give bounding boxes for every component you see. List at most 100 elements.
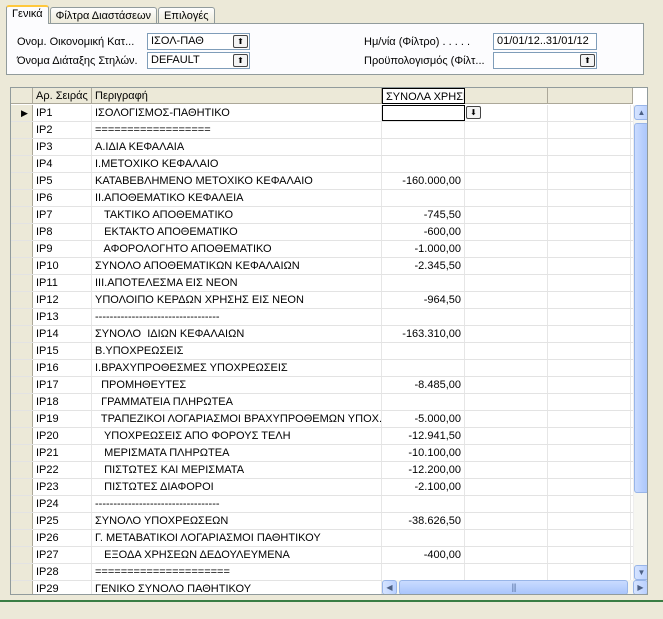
row-empty-cell[interactable]	[465, 394, 548, 410]
row-code[interactable]: IP16	[33, 360, 92, 376]
row-description[interactable]: ΓΕΝΙΚΟ ΣΥΝΟΛΟ ΠΑΘΗΤΙΚΟΥ	[92, 581, 382, 594]
row-empty-cell[interactable]	[548, 360, 631, 376]
row-value[interactable]	[382, 122, 465, 138]
row-code[interactable]: IP23	[33, 479, 92, 495]
account-schedule-field[interactable]: ΙΣΟΛ-ΠΑΘ ⬆	[147, 33, 250, 50]
row-code[interactable]: IP4	[33, 156, 92, 172]
row-value[interactable]: -964,50	[382, 292, 465, 308]
table-row[interactable]: ▶ IP1 ΙΣΟΛΟΓΙΣΜΟΣ-ΠΑΘΗΤΙΚΟ ⬇	[11, 105, 633, 122]
row-empty-cell[interactable]	[465, 547, 548, 563]
dropdown-arrow-icon[interactable]: ⬇	[466, 106, 481, 119]
row-selector[interactable]	[11, 275, 33, 291]
row-code[interactable]: IP28	[33, 564, 92, 580]
dropdown-arrow-icon[interactable]: ⬆	[233, 54, 248, 67]
row-value[interactable]	[382, 496, 465, 512]
row-description[interactable]: ΠΙΣΤΩΤΕΣ ΚΑΙ ΜΕΡΙΣΜΑΤΑ	[92, 462, 382, 478]
row-selector[interactable]	[11, 309, 33, 325]
row-selector[interactable]	[11, 479, 33, 495]
row-description[interactable]: ----------------------------------	[92, 309, 382, 325]
row-selector[interactable]	[11, 173, 33, 189]
row-empty-cell[interactable]	[548, 207, 631, 223]
row-description[interactable]: ΠΡΟΜΗΘΕΥΤΕΣ	[92, 377, 382, 393]
column-header-description[interactable]: Περιγραφή	[92, 88, 382, 104]
table-row[interactable]: IP20 ΥΠΟΧΡΕΩΣΕΙΣ ΑΠΟ ΦΟΡΟΥΣ ΤΕΛΗ -12.941,…	[11, 428, 633, 445]
row-value[interactable]	[382, 343, 465, 359]
row-empty-cell[interactable]	[548, 445, 631, 461]
row-selector[interactable]	[11, 496, 33, 512]
row-value[interactable]	[382, 530, 465, 546]
table-row[interactable]: IP8 ΕΚΤΑΚΤΟ ΑΠΟΘΕΜΑΤΙΚΟ -600,00	[11, 224, 633, 241]
row-selector[interactable]	[11, 377, 33, 393]
row-selector[interactable]	[11, 360, 33, 376]
row-value[interactable]	[382, 564, 465, 580]
table-row[interactable]: IP18 ΓΡΑΜΜΑΤΕΙΑ ΠΛΗΡΩΤΕΑ	[11, 394, 633, 411]
table-row[interactable]: IP19 ΤΡΑΠΕΖΙΚΟΙ ΛΟΓΑΡΙΑΣΜΟΙ ΒΡΑΧΥΠΡΟΘΕΜΩ…	[11, 411, 633, 428]
row-code[interactable]: IP2	[33, 122, 92, 138]
row-empty-cell[interactable]	[548, 564, 631, 580]
row-empty-cell[interactable]	[548, 394, 631, 410]
row-empty-cell[interactable]	[548, 275, 631, 291]
row-code[interactable]: IP19	[33, 411, 92, 427]
row-description[interactable]: ΣΥΝΟΛΟ ΙΔΙΩΝ ΚΕΦΑΛΑΙΩΝ	[92, 326, 382, 342]
row-description[interactable]: ΙΣΟΛΟΓΙΣΜΟΣ-ΠΑΘΗΤΙΚΟ	[92, 105, 382, 121]
row-description[interactable]: Γ. ΜΕΤΑΒΑΤΙΚΟΙ ΛΟΓΑΡΙΑΣΜΟΙ ΠΑΘΗΤΙΚΟΥ	[92, 530, 382, 546]
row-description[interactable]: =====================	[92, 564, 382, 580]
row-value[interactable]: -12.200,00	[382, 462, 465, 478]
row-code[interactable]: IP21	[33, 445, 92, 461]
tab-dimension-filters[interactable]: Φίλτρα Διαστάσεων	[49, 7, 158, 24]
row-code[interactable]: IP27	[33, 547, 92, 563]
row-value[interactable]	[382, 275, 465, 291]
row-selector[interactable]	[11, 445, 33, 461]
row-empty-cell[interactable]	[548, 462, 631, 478]
row-selector[interactable]	[11, 122, 33, 138]
row-description[interactable]: Ι.ΒΡΑΧΥΠΡΟΘΕΣΜΕΣ ΥΠΟΧΡΕΩΣΕΙΣ	[92, 360, 382, 376]
row-empty-cell[interactable]	[548, 190, 631, 206]
row-code[interactable]: IP7	[33, 207, 92, 223]
row-code[interactable]: IP15	[33, 343, 92, 359]
row-value[interactable]	[382, 394, 465, 410]
row-selector[interactable]	[11, 564, 33, 580]
tab-general[interactable]: Γενικά	[6, 5, 49, 24]
dropdown-arrow-icon[interactable]: ⬆	[233, 35, 248, 48]
row-selector[interactable]	[11, 190, 33, 206]
row-empty-cell[interactable]	[548, 479, 631, 495]
table-row[interactable]: IP26 Γ. ΜΕΤΑΒΑΤΙΚΟΙ ΛΟΓΑΡΙΑΣΜΟΙ ΠΑΘΗΤΙΚΟΥ	[11, 530, 633, 547]
row-description[interactable]: ΤΡΑΠΕΖΙΚΟΙ ΛΟΓΑΡΙΑΣΜΟΙ ΒΡΑΧΥΠΡΟΘΕΜΩΝ ΥΠΟ…	[92, 411, 382, 427]
row-empty-cell[interactable]	[465, 377, 548, 393]
column-header-code[interactable]: Αρ. Σειράς	[33, 88, 92, 104]
row-code[interactable]: IP10	[33, 258, 92, 274]
table-row[interactable]: IP6 ΙΙ.ΑΠΟΘΕΜΑΤΙΚΟ ΚΕΦΑΛΕΙΑ	[11, 190, 633, 207]
table-row[interactable]: IP3 Α.ΙΔΙΑ ΚΕΦΑΛΑΙΑ	[11, 139, 633, 156]
row-selector[interactable]	[11, 428, 33, 444]
row-empty-cell[interactable]	[548, 241, 631, 257]
row-selector[interactable]	[11, 139, 33, 155]
row-description[interactable]: ΜΕΡΙΣΜΑΤΑ ΠΛΗΡΩΤΕΑ	[92, 445, 382, 461]
row-description[interactable]: Ι.ΜΕΤΟΧΙΚΟ ΚΕΦΑΛΑΙΟ	[92, 156, 382, 172]
vertical-scrollbar[interactable]: ▲ ▼	[633, 105, 647, 580]
row-code[interactable]: IP14	[33, 326, 92, 342]
vertical-scroll-thumb[interactable]	[634, 123, 647, 493]
row-value[interactable]: -163.310,00	[382, 326, 465, 342]
row-description[interactable]: ==================	[92, 122, 382, 138]
row-selector[interactable]	[11, 547, 33, 563]
horizontal-scroll-thumb[interactable]: |||	[399, 580, 628, 594]
row-empty-cell[interactable]	[465, 173, 548, 189]
table-row[interactable]: IP12 ΥΠΟΛΟΙΠΟ ΚΕΡΔΩΝ ΧΡΗΣΗΣ ΕΙΣ ΝΕΟΝ -964,…	[11, 292, 633, 309]
row-value[interactable]	[382, 156, 465, 172]
row-value[interactable]: -600,00	[382, 224, 465, 240]
row-empty-cell[interactable]	[465, 156, 548, 172]
table-row[interactable]: IP22 ΠΙΣΤΩΤΕΣ ΚΑΙ ΜΕΡΙΣΜΑΤΑ -12.200,00	[11, 462, 633, 479]
row-value[interactable]: -38.626,50	[382, 513, 465, 529]
row-empty-cell[interactable]	[465, 122, 548, 138]
row-selector[interactable]	[11, 156, 33, 172]
row-value[interactable]: -1.000,00	[382, 241, 465, 257]
row-selector[interactable]	[11, 411, 33, 427]
row-selector[interactable]	[11, 581, 33, 594]
row-selector[interactable]	[11, 343, 33, 359]
row-value[interactable]: -12.941,50	[382, 428, 465, 444]
row-empty-cell[interactable]	[465, 479, 548, 495]
row-value[interactable]: -160.000,00	[382, 173, 465, 189]
table-row[interactable]: IP2 ==================	[11, 122, 633, 139]
row-selector[interactable]	[11, 241, 33, 257]
row-value[interactable]: -8.485,00	[382, 377, 465, 393]
